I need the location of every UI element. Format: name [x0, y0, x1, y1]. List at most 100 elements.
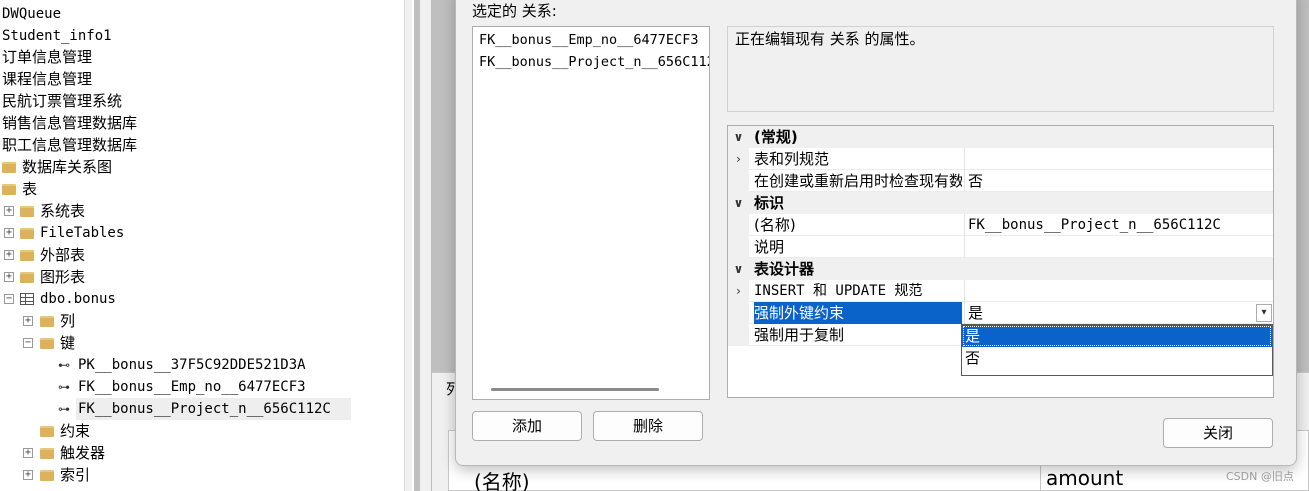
expand-chevron-icon[interactable]: ›	[728, 148, 749, 170]
add-button[interactable]: 添加	[472, 411, 582, 441]
expand-icon[interactable]: +	[23, 316, 33, 326]
tree-node-label: 课程信息管理	[2, 70, 93, 88]
property-description[interactable]: 说明	[728, 236, 1273, 258]
expand-icon[interactable]: +	[4, 228, 14, 238]
tree-node-fk-project-n[interactable]: FK__bonus__Project_n__656C112C	[76, 398, 351, 420]
property-tables-columns-spec[interactable]: › 表和列规范	[728, 148, 1273, 170]
property-value[interactable]: FK__bonus__Project_n__656C112C	[964, 214, 1273, 236]
tree-node-label: PK__bonus__37F5C92DDE521D3A	[78, 357, 306, 373]
collapse-chevron-icon[interactable]: ∨	[728, 258, 749, 280]
tree-node-external-tables[interactable]: + 外部表	[0, 244, 200, 266]
row-gutter	[728, 214, 749, 236]
enforce-fk-select[interactable]: 是	[964, 302, 1273, 324]
tree-node-keys[interactable]: − 键	[0, 332, 200, 354]
tree-node-label: 民航订票管理系统	[2, 92, 123, 110]
tree-node-label: 索引	[60, 466, 91, 484]
property-value[interactable]	[964, 148, 1273, 170]
property-name: 强制外键约束	[754, 302, 962, 324]
tree-node-label: 订单信息管理	[2, 48, 93, 66]
expand-icon[interactable]: +	[4, 250, 14, 260]
folder-icon	[40, 316, 54, 327]
tree-node-fk-emp-no[interactable]: ⊶ FK__bonus__Emp_no__6477ECF3	[0, 376, 340, 398]
primary-key-icon: ⊷	[58, 358, 70, 372]
tree-node-course-info[interactable]: 课程信息管理	[2, 68, 92, 90]
expand-icon[interactable]: +	[4, 272, 14, 282]
property-value[interactable]: 否	[964, 170, 1273, 192]
tree-node-tables[interactable]: 表	[0, 178, 200, 200]
property-value[interactable]	[964, 236, 1273, 258]
explorer-scrollbar[interactable]	[404, 0, 412, 491]
tree-node-label: 销售信息管理数据库	[2, 114, 138, 132]
folder-icon	[40, 470, 54, 481]
close-button[interactable]: 关闭	[1163, 418, 1273, 448]
category-table-designer[interactable]: ∨ 表设计器	[728, 258, 1273, 280]
relationship-list[interactable]: FK__bonus__Emp_no__6477ECF3 FK__bonus__P…	[472, 26, 710, 400]
dropdown-option-yes[interactable]: 是	[962, 325, 1272, 347]
column-name-value[interactable]: amount	[1046, 466, 1123, 490]
property-name: 强制用于复制	[754, 326, 845, 344]
enforce-fk-dropdown[interactable]: 是 否	[961, 324, 1273, 376]
watermark: CSDN @旧点	[1226, 470, 1294, 483]
folder-icon	[2, 162, 16, 173]
tree-node-db-diagrams[interactable]: 数据库关系图	[0, 156, 200, 178]
tree-node-label: 键	[60, 334, 76, 352]
expand-icon[interactable]: +	[4, 206, 14, 216]
description-text: 正在编辑现有 关系 的属性。	[735, 30, 925, 48]
tree-node-label: 系统表	[40, 202, 86, 220]
relationship-item-project-n[interactable]: FK__bonus__Project_n__656C112C	[479, 51, 709, 73]
expand-icon[interactable]: +	[23, 470, 33, 480]
delete-button[interactable]: 删除	[593, 411, 703, 441]
category-label: 标识	[754, 194, 785, 212]
category-label: (常规)	[754, 128, 798, 146]
property-name: (名称)	[754, 216, 796, 234]
tree-node-graph-tables[interactable]: + 图形表	[0, 266, 200, 288]
tree-node-label: 外部表	[40, 246, 86, 264]
tree-node-airline-ticket[interactable]: 民航订票管理系统	[2, 90, 122, 112]
tree-node-constraints[interactable]: 约束	[0, 420, 200, 442]
collapse-chevron-icon[interactable]: ∨	[728, 126, 749, 148]
expand-icon[interactable]: +	[23, 448, 33, 458]
folder-icon	[20, 228, 34, 239]
tree-node-student-info1[interactable]: Student_info1	[2, 24, 112, 46]
collapse-icon[interactable]: −	[4, 294, 14, 304]
tree-node-dwqueue[interactable]: DWQueue	[2, 2, 61, 24]
selected-relationship-label: 选定的 关系:	[472, 2, 557, 20]
property-enforce-fk[interactable]: 强制外键约束 是	[728, 302, 1273, 324]
tree-node-indexes[interactable]: + 索引	[0, 464, 200, 486]
folder-icon	[20, 272, 34, 283]
tree-node-filetables[interactable]: + FileTables	[0, 222, 200, 244]
dropdown-option-no[interactable]: 否	[962, 347, 1272, 369]
category-general[interactable]: ∨ (常规)	[728, 126, 1273, 148]
tree-node-columns[interactable]: + 列	[0, 310, 200, 332]
tree-node-label: 数据库关系图	[22, 158, 113, 176]
collapse-icon[interactable]: −	[23, 338, 33, 348]
tree-node-label: DWQueue	[2, 6, 62, 22]
tree-node-pk-bonus[interactable]: ⊷ PK__bonus__37F5C92DDE521D3A	[0, 354, 340, 376]
property-check-existing[interactable]: 在创建或重新启用时检查现有数据 否	[728, 170, 1273, 192]
property-name: 在创建或重新启用时检查现有数据	[754, 172, 962, 190]
tree-node-label: FK__bonus__Emp_no__6477ECF3	[78, 379, 306, 395]
property-insert-update-spec[interactable]: › INSERT 和 UPDATE 规范	[728, 280, 1273, 302]
tree-node-staff-db[interactable]: 职工信息管理数据库	[2, 134, 137, 156]
expand-chevron-icon[interactable]: ›	[728, 280, 749, 302]
tree-node-dbo-bonus[interactable]: − dbo.bonus	[0, 288, 200, 310]
relationship-list-scrollbar[interactable]	[491, 388, 659, 391]
property-name-field[interactable]: (名称) FK__bonus__Project_n__656C112C	[728, 214, 1273, 236]
folder-icon	[20, 250, 34, 261]
tree-node-order-info[interactable]: 订单信息管理	[2, 46, 92, 68]
designer-side-strip	[420, 0, 432, 491]
category-identity[interactable]: ∨ 标识	[728, 192, 1273, 214]
category-label: 表设计器	[754, 260, 815, 278]
tree-node-sales-db[interactable]: 销售信息管理数据库	[2, 112, 137, 134]
tree-node-label: Student_info1	[2, 28, 112, 44]
row-gutter	[728, 170, 749, 192]
tree-node-system-tables[interactable]: + 系统表	[0, 200, 200, 222]
tree-node-label: 列	[60, 312, 76, 330]
property-value[interactable]	[964, 280, 1273, 302]
tree-node-label: FK__bonus__Project_n__656C112C	[78, 401, 331, 417]
relationship-item-emp-no[interactable]: FK__bonus__Emp_no__6477ECF3	[479, 29, 709, 51]
folder-icon	[2, 184, 16, 195]
tree-node-triggers[interactable]: + 触发器	[0, 442, 200, 464]
chevron-down-icon[interactable]: ▾	[1256, 304, 1272, 322]
collapse-chevron-icon[interactable]: ∨	[728, 192, 749, 214]
